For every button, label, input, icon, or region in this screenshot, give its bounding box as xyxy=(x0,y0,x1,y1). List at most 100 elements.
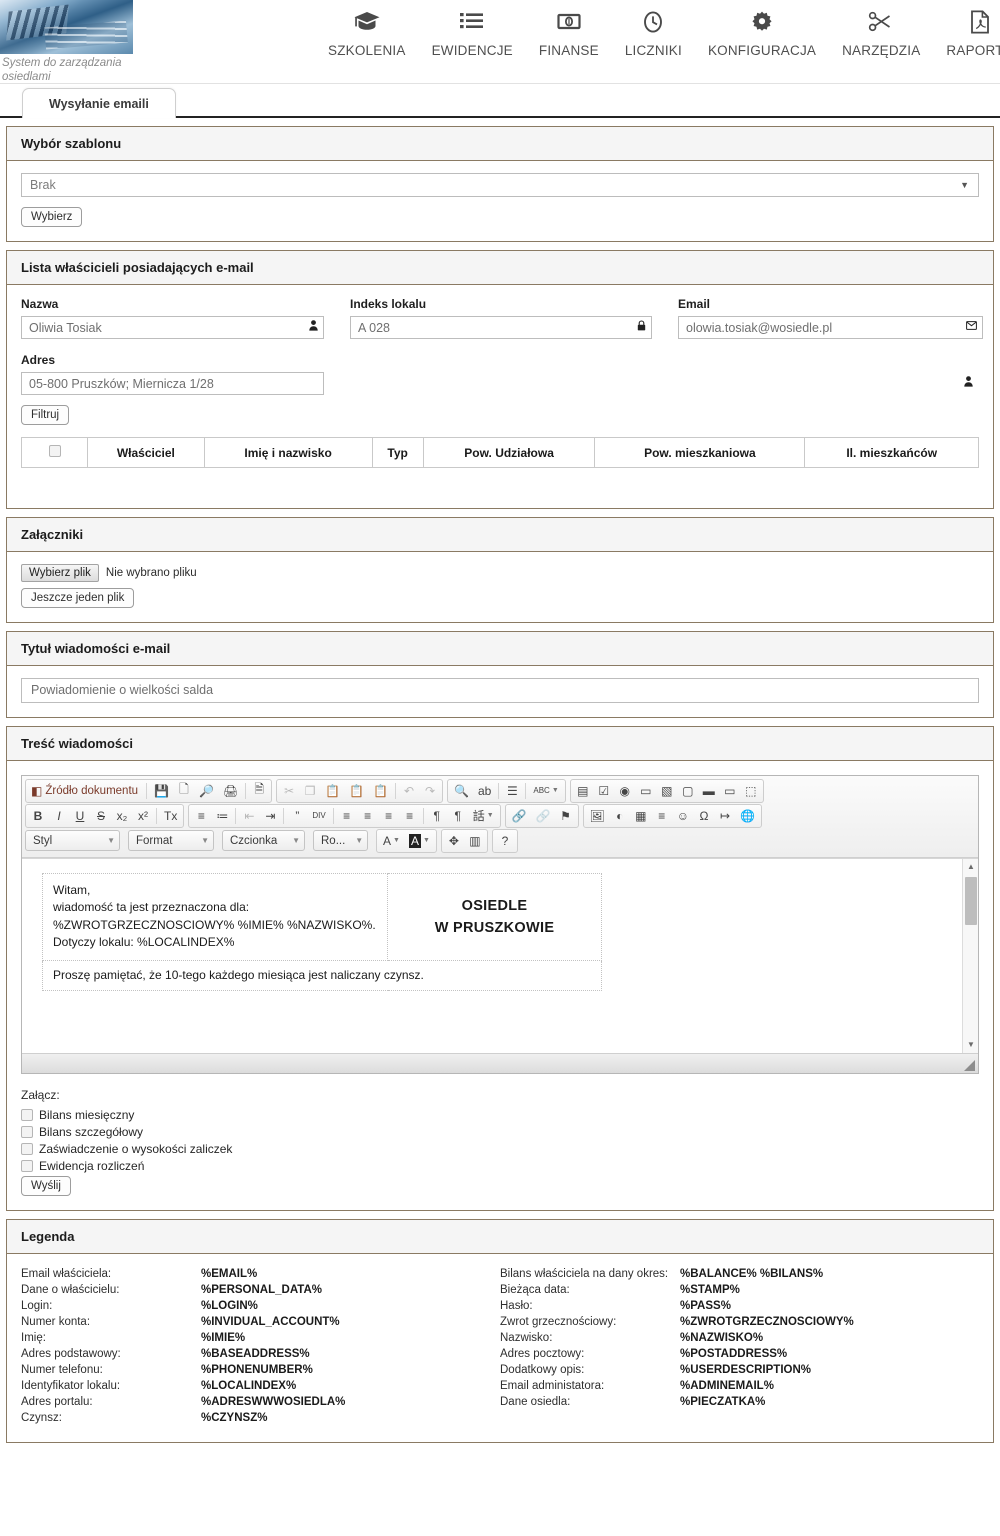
style-combo[interactable]: Styl ▼ xyxy=(25,830,120,851)
strike-icon[interactable]: S xyxy=(91,806,111,826)
show-blocks-icon[interactable]: ▥ xyxy=(465,831,485,851)
remove-format-icon[interactable]: Tx xyxy=(160,806,181,826)
align-justify-icon[interactable]: ≡ xyxy=(400,806,420,826)
editor-vertical-scrollbar[interactable]: ▲ ▼ xyxy=(962,858,978,1053)
templates-icon[interactable]: 🗎 xyxy=(249,781,269,801)
attach-checkbox-row[interactable]: Zaświadczenie o wysokości zaliczek xyxy=(21,1142,979,1156)
spellcheck-icon[interactable]: ABC ▼ xyxy=(529,781,562,801)
subject-input[interactable] xyxy=(21,677,979,703)
template-select[interactable]: Brak ▼ xyxy=(21,173,979,197)
nav-item-ewidencje[interactable]: EWIDENCJE xyxy=(419,10,526,58)
name-input[interactable] xyxy=(21,316,324,339)
special-char-icon[interactable]: Ω xyxy=(694,806,714,826)
unlink-icon[interactable]: 🔗 xyxy=(532,806,555,826)
scroll-up-icon[interactable]: ▲ xyxy=(963,859,978,875)
hidden-field-icon[interactable]: ⬚ xyxy=(741,781,761,801)
anchor-icon[interactable]: ⚑ xyxy=(556,806,576,826)
smiley-icon[interactable]: ☺ xyxy=(673,806,693,826)
align-right-icon[interactable]: ≡ xyxy=(379,806,399,826)
superscript-icon[interactable]: x² xyxy=(133,806,153,826)
text-color-icon[interactable]: A ▼ xyxy=(379,831,404,851)
nav-item-konfiguracja[interactable]: KONFIGURACJA xyxy=(695,10,829,58)
select-all-icon[interactable]: ☰ xyxy=(502,781,522,801)
blockquote-icon[interactable]: ” xyxy=(287,806,307,826)
form-icon[interactable]: ▤ xyxy=(573,781,593,801)
textarea-icon[interactable]: ▧ xyxy=(657,781,677,801)
align-left-icon[interactable]: ≡ xyxy=(337,806,357,826)
another-file-button[interactable]: Jeszcze jeden plik xyxy=(21,587,135,608)
bold-icon[interactable]: B xyxy=(28,806,48,826)
replace-icon[interactable]: ab xyxy=(474,781,495,801)
horizontal-rule-icon[interactable]: ≡ xyxy=(652,806,672,826)
font-combo[interactable]: Czcionka ▼ xyxy=(222,830,305,851)
paste-text-icon[interactable]: 📋 xyxy=(345,781,368,801)
nav-item-finanse[interactable]: FINANSE xyxy=(526,10,612,58)
attach-checkbox-row[interactable]: Ewidencja rozliczeń xyxy=(21,1159,979,1173)
align-center-icon[interactable]: ≡ xyxy=(358,806,378,826)
format-combo[interactable]: Format ▼ xyxy=(128,830,214,851)
attach-checkbox[interactable] xyxy=(21,1159,33,1172)
underline-icon[interactable]: U xyxy=(70,806,90,826)
send-button[interactable]: Wyślij xyxy=(21,1175,71,1196)
italic-icon[interactable]: I xyxy=(49,806,69,826)
attach-checkbox-row[interactable]: Bilans miesięczny xyxy=(21,1108,979,1122)
nav-item-szkolenia[interactable]: SZKOLENIA xyxy=(315,10,419,58)
redo-icon[interactable]: ↷ xyxy=(420,781,440,801)
cut-icon[interactable]: ✂ xyxy=(279,781,299,801)
scrollbar-thumb[interactable] xyxy=(965,876,977,925)
filter-button[interactable]: Filtruj xyxy=(21,405,70,425)
attach-checkbox[interactable] xyxy=(21,1108,33,1121)
iframe-icon[interactable]: 🌐 xyxy=(736,806,759,826)
radio-icon[interactable]: ◉ xyxy=(615,781,635,801)
language-icon[interactable]: 話 ▼ xyxy=(469,806,498,826)
subscript-icon[interactable]: x₂ xyxy=(112,806,132,826)
indent-icon[interactable]: ⇥ xyxy=(260,806,280,826)
source-icon[interactable]: ◧ Źródło dokumentu xyxy=(28,781,143,801)
address-input[interactable] xyxy=(21,372,324,395)
attach-checkbox-row[interactable]: Bilans szczegółowy xyxy=(21,1125,979,1139)
bulleted-list-icon[interactable]: ≔ xyxy=(212,806,232,826)
select-template-button[interactable]: Wybierz xyxy=(21,207,83,227)
nav-item-narzędzia[interactable]: NARZĘDZIA xyxy=(829,10,933,58)
print-icon[interactable]: 🖨 xyxy=(219,781,242,801)
about-icon[interactable]: ? xyxy=(495,831,515,851)
button-icon[interactable]: ▬ xyxy=(699,781,719,801)
preview-icon[interactable]: 🔎 xyxy=(195,781,218,801)
save-icon[interactable]: 💾 xyxy=(150,781,173,801)
editor-document[interactable]: Witam, wiadomość ta jest przeznaczona dl… xyxy=(22,859,978,991)
flash-icon[interactable]: ◐ xyxy=(610,806,630,826)
email-input[interactable] xyxy=(678,316,983,339)
background-color-icon[interactable]: A ▼ xyxy=(405,831,434,851)
editor-content-area[interactable]: Witam, wiadomość ta jest przeznaczona dl… xyxy=(22,857,978,1053)
fontsize-combo[interactable]: Ro... ▼ xyxy=(313,830,368,851)
checkbox-icon[interactable]: ☑ xyxy=(594,781,614,801)
image-button-icon[interactable]: ▭ xyxy=(720,781,740,801)
attach-checkbox[interactable] xyxy=(21,1142,33,1155)
undo-icon[interactable]: ↶ xyxy=(399,781,419,801)
image-icon[interactable]: 🖼 xyxy=(586,806,609,826)
paste-icon[interactable]: 📋 xyxy=(321,781,344,801)
select-all-checkbox[interactable] xyxy=(48,445,61,457)
paste-word-icon[interactable]: 📋 xyxy=(369,781,392,801)
numbered-list-icon[interactable]: ≡ xyxy=(191,806,211,826)
nav-item-raporty[interactable]: RAPORTY xyxy=(933,10,1000,58)
new-page-icon[interactable]: 🗋 xyxy=(174,781,194,801)
tab-wysylanie-emaili[interactable]: Wysyłanie emaili xyxy=(22,88,176,118)
attach-checkbox[interactable] xyxy=(21,1125,33,1138)
rtl-icon[interactable]: ¶ xyxy=(448,806,468,826)
table-icon[interactable]: ▦ xyxy=(631,806,651,826)
nav-item-liczniki[interactable]: LICZNIKI xyxy=(612,10,695,58)
maximize-icon[interactable]: ✥ xyxy=(444,831,464,851)
choose-file-button[interactable]: Wybierz plik xyxy=(21,563,99,582)
outdent-icon[interactable]: ⇤ xyxy=(239,806,259,826)
div-container-icon[interactable]: DIV xyxy=(308,806,329,826)
link-icon[interactable]: 🔗 xyxy=(508,806,531,826)
index-input[interactable] xyxy=(350,316,652,339)
ltr-icon[interactable]: ¶ xyxy=(427,806,447,826)
copy-icon[interactable]: ❐ xyxy=(300,781,320,801)
select-field-icon[interactable]: ▢ xyxy=(678,781,698,801)
text-field-icon[interactable]: ▭ xyxy=(636,781,656,801)
editor-resize-grip[interactable] xyxy=(964,1059,975,1071)
scroll-down-icon[interactable]: ▼ xyxy=(963,1037,978,1053)
find-icon[interactable]: 🔍 xyxy=(450,781,473,801)
